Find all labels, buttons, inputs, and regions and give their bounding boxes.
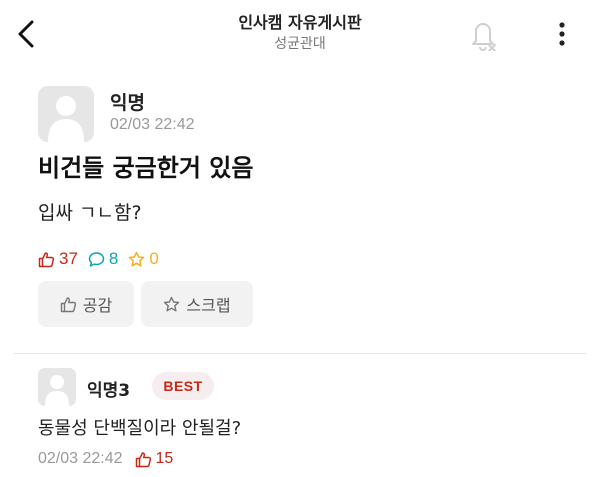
bell-off-icon [472,23,496,51]
default-avatar-icon [38,86,94,142]
post-body: 입싸 ㄱㄴ함? [38,202,142,224]
header-titles: 인사캠 자유게시판 성균관대 [150,12,450,54]
board-title: 인사캠 자유게시판 [238,13,362,32]
like-button[interactable]: 공감 [38,281,134,327]
star-icon [129,251,145,267]
school-name: 성균관대 [274,36,326,52]
comment-count: 8 [88,249,118,269]
like-button-label: 공감 [82,296,113,315]
thumbs-up-icon [38,251,55,267]
back-button[interactable] [8,14,44,54]
scrap-button-label: 스크랩 [186,296,231,315]
post-author: 익명 [110,92,145,114]
comment-author: 익명3 [87,381,131,401]
comment-like-count-value: 15 [155,450,174,467]
notification-toggle-button[interactable] [463,14,503,54]
comment-count-value: 8 [108,249,119,268]
post-timestamp: 02/03 22:42 [110,116,195,133]
comment-meta: 02/03 22:42 15 [38,448,173,470]
comment-timestamp: 02/03 22:42 [38,450,123,467]
top-bar: 인사캠 자유게시판 성균관대 [0,0,600,68]
like-count-value: 37 [59,249,78,268]
post-author-row: 익명 02/03 22:42 [38,86,438,142]
speech-bubble-icon [88,251,105,267]
chevron-left-icon [18,20,34,48]
scrap-count-value: 0 [149,249,159,268]
avatar [38,86,94,142]
comment-avatar [38,368,76,406]
post-stats: 37 8 0 [38,248,169,270]
scrap-button[interactable]: 스크랩 [141,281,253,327]
best-badge: BEST [152,372,214,400]
thumbs-up-icon [60,296,76,312]
comment-body: 동물성 단백질이라 안될걸? [38,418,242,439]
like-count: 37 [38,249,78,269]
comment-like-count[interactable]: 15 [135,450,174,468]
divider [14,353,586,354]
more-options-button[interactable] [544,14,580,54]
default-avatar-icon [38,368,76,406]
thumbs-up-icon [135,451,151,467]
star-icon [164,296,180,311]
more-vertical-icon [559,22,565,46]
post-title: 비건들 궁금한거 있음 [38,154,254,182]
scrap-count: 0 [128,249,159,269]
